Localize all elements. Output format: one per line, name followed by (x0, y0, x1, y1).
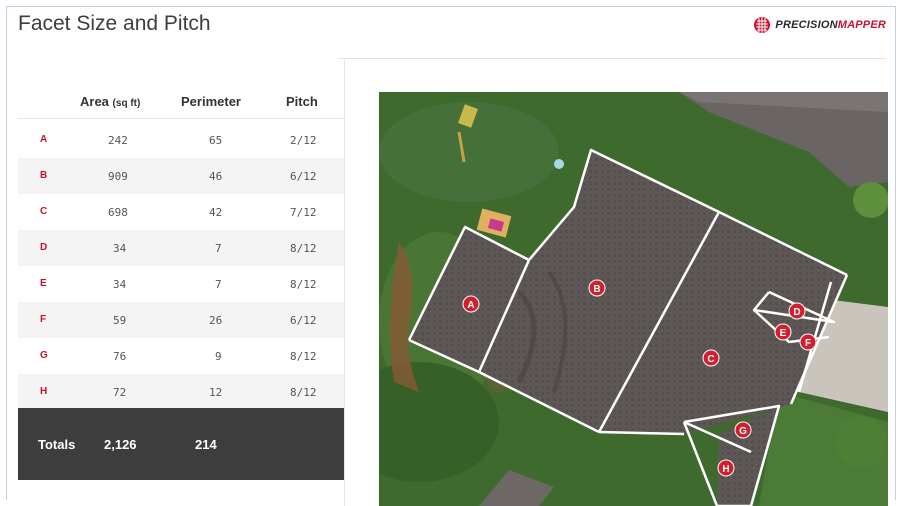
row-label: G (40, 350, 48, 361)
facet-table: Area (sq ft) Perimeter Pitch A 242 65 2/… (18, 60, 345, 506)
row-pitch: 8/12 (290, 242, 317, 255)
row-perimeter: 7 (215, 242, 222, 255)
header-divider (338, 58, 886, 59)
aerial-map-svg: A B C D E F G H (379, 92, 888, 506)
col-perimeter: Perimeter (181, 94, 241, 109)
row-label: F (40, 314, 47, 325)
table-row: H 72 12 8/12 (18, 374, 344, 410)
row-perimeter: 7 (215, 278, 222, 291)
row-perimeter: 26 (209, 314, 223, 327)
row-pitch: 8/12 (290, 278, 317, 291)
table-row: F 59 26 6/12 (18, 302, 344, 338)
precisionmapper-logo: PRECISIONMAPPER (753, 16, 886, 34)
marker-f[interactable]: F (799, 333, 817, 351)
row-pitch: 7/12 (290, 206, 317, 219)
col-area: Area (sq ft) (80, 94, 141, 109)
totals-label: Totals (38, 437, 76, 452)
row-pitch: 2/12 (290, 134, 317, 147)
row-area: 76 (113, 350, 127, 363)
marker-b[interactable]: B (588, 279, 606, 297)
svg-text:A: A (467, 300, 474, 311)
row-pitch: 8/12 (290, 386, 317, 399)
svg-text:H: H (722, 464, 729, 475)
table-row: C 698 42 7/12 (18, 194, 344, 230)
table-header: Area (sq ft) Perimeter Pitch (18, 60, 344, 119)
tree (835, 416, 887, 468)
table-row: D 34 7 8/12 (18, 230, 344, 266)
row-perimeter: 9 (215, 350, 222, 363)
totals-row: Totals 2,126 214 (18, 408, 344, 480)
aerial-roof-map: A B C D E F G H (379, 92, 888, 506)
col-pitch: Pitch (286, 94, 318, 109)
row-label: E (40, 278, 47, 289)
table-row: A 242 65 2/12 (18, 122, 344, 158)
row-perimeter: 46 (209, 170, 223, 183)
marker-c[interactable]: C (702, 349, 720, 367)
marker-e[interactable]: E (774, 323, 792, 341)
row-area: 242 (108, 134, 128, 147)
row-area: 698 (108, 206, 128, 219)
svg-text:F: F (805, 338, 811, 349)
table-row: G 76 9 8/12 (18, 338, 344, 374)
totals-perimeter: 214 (195, 437, 217, 452)
marker-a[interactable]: A (462, 295, 480, 313)
row-label: D (40, 242, 48, 253)
row-area: 909 (108, 170, 128, 183)
marker-g[interactable]: G (734, 421, 752, 439)
row-perimeter: 42 (209, 206, 223, 219)
row-label: A (40, 134, 48, 145)
logo-text: PRECISIONMAPPER (775, 19, 886, 31)
row-pitch: 6/12 (290, 314, 317, 327)
row-pitch: 6/12 (290, 170, 317, 183)
row-pitch: 8/12 (290, 350, 317, 363)
svg-text:E: E (780, 328, 787, 339)
svg-text:G: G (739, 426, 747, 437)
row-area: 72 (113, 386, 127, 399)
svg-text:C: C (707, 354, 714, 365)
row-label: C (40, 206, 48, 217)
svg-text:D: D (793, 307, 800, 318)
marker-h[interactable]: H (717, 459, 735, 477)
tree (853, 182, 888, 218)
page-title: Facet Size and Pitch (18, 12, 211, 35)
table-row: B 909 46 6/12 (18, 158, 344, 194)
logo-grid-icon (754, 17, 771, 33)
row-perimeter: 12 (209, 386, 223, 399)
row-area: 34 (113, 242, 127, 255)
marker-d[interactable]: D (788, 302, 806, 320)
table-row: E 34 7 8/12 (18, 266, 344, 302)
row-area: 34 (113, 278, 127, 291)
row-label: B (40, 170, 48, 181)
totals-area: 2,126 (104, 437, 137, 452)
row-label: H (40, 386, 48, 397)
row-perimeter: 65 (209, 134, 223, 147)
svg-text:B: B (593, 284, 600, 295)
row-area: 59 (113, 314, 127, 327)
